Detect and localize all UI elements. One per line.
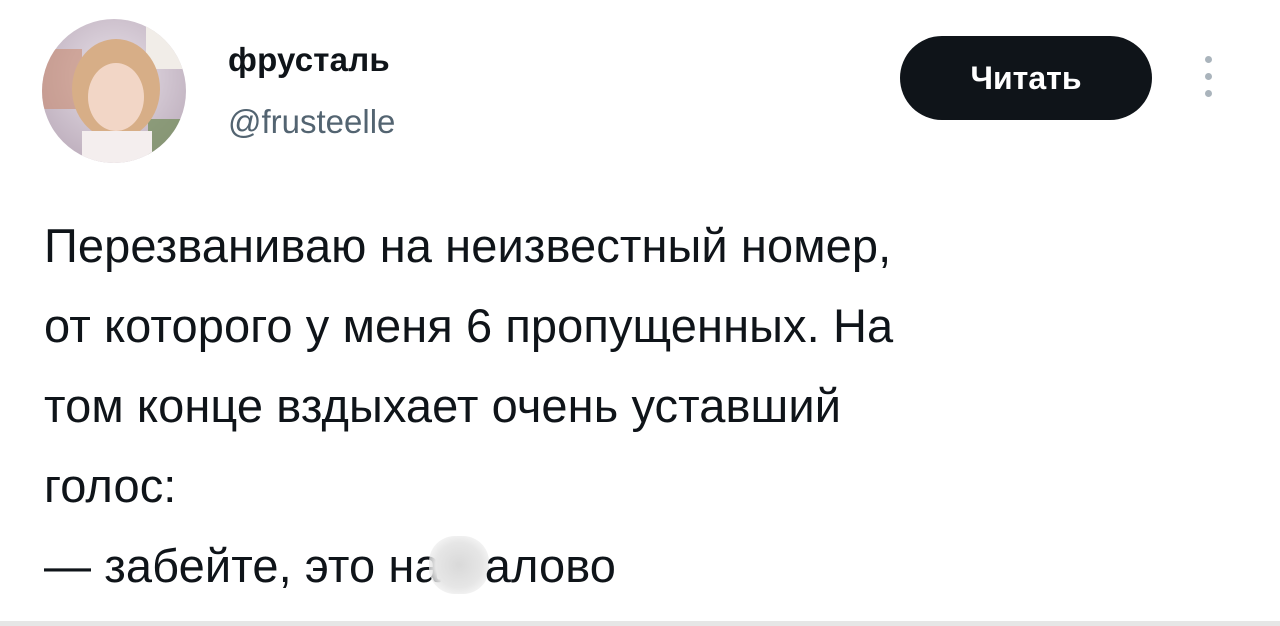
tweet-card: фрусталь @frusteelle Читать Перезваниваю… — [0, 0, 1280, 626]
tweet-text: Перезваниваю на неизвестный номер, от ко… — [44, 206, 1244, 606]
follow-button[interactable]: Читать — [900, 36, 1152, 120]
more-dot — [1205, 56, 1212, 63]
tweet-text-fragment: — забейте, это на — [44, 539, 441, 592]
censor-blur — [428, 536, 489, 594]
tweet-text-fragment: алово — [484, 539, 617, 592]
tweet-text-line: том конце вздыхает очень уставший — [44, 379, 842, 432]
author-handle[interactable]: @frusteelle — [228, 102, 395, 142]
avatar-image — [42, 19, 186, 163]
tweet-text-line: голос: — [44, 459, 177, 512]
avatar[interactable] — [42, 19, 186, 163]
more-dot — [1205, 73, 1212, 80]
tweet-text-line: Перезваниваю на неизвестный номер, — [44, 219, 892, 272]
divider — [0, 621, 1280, 626]
more-vertical-icon[interactable] — [1196, 52, 1222, 102]
tweet-text-line: — забейте, это на алово — [44, 526, 1244, 606]
more-dot — [1205, 90, 1212, 97]
author-display-name[interactable]: фрусталь — [228, 40, 390, 80]
tweet-text-line: от которого у меня 6 пропущенных. На — [44, 299, 894, 352]
